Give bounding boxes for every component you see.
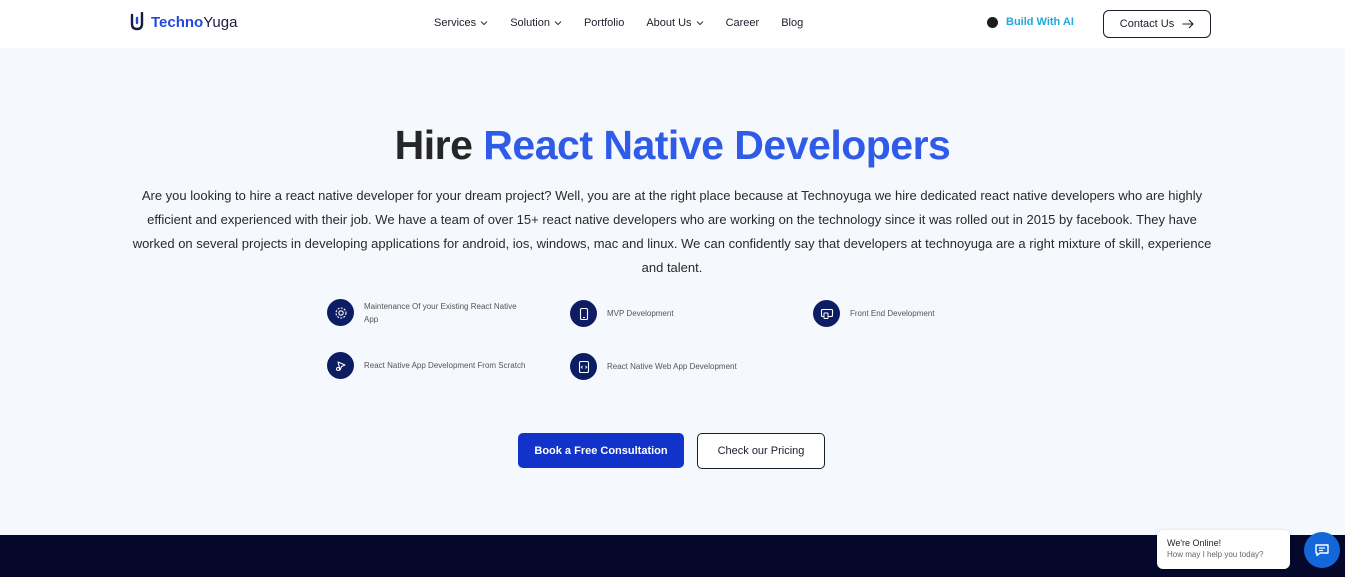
next-section-band	[0, 535, 1345, 577]
brand-logo[interactable]: Techno Yuga	[130, 12, 237, 32]
nav-item-career[interactable]: Career	[726, 17, 760, 29]
chevron-down-icon	[696, 21, 703, 26]
brand-name-regular: Yuga	[203, 13, 238, 31]
cursor-icon	[327, 352, 354, 379]
title-dark-part: Hire	[394, 122, 473, 168]
build-with-ai-link[interactable]: Build With AI	[987, 16, 1074, 28]
nav-label: Career	[725, 17, 760, 29]
check-pricing-button[interactable]: Check our Pricing	[697, 433, 825, 469]
chat-subtitle: How may I help you today?	[1167, 550, 1264, 559]
feature-label: Maintenance Of your Existing React Nativ…	[364, 301, 517, 324]
main-nav: Services Solution Portfolio About Us Car…	[434, 17, 825, 29]
logo-mark-icon	[130, 12, 144, 31]
nav-item-solution[interactable]: Solution	[510, 17, 562, 29]
contact-us-button[interactable]: Contact Us	[1103, 10, 1211, 38]
nav-label: Blog	[781, 17, 804, 29]
mobile-icon	[570, 300, 597, 327]
nav-label: About Us	[646, 17, 692, 29]
chat-open-button[interactable]	[1304, 532, 1340, 568]
gear-icon	[327, 299, 354, 326]
brand-name-bold: Techno	[151, 13, 204, 31]
code-icon	[570, 353, 597, 380]
feature-web-app: React Native Web App Development	[570, 353, 790, 380]
feature-label: React Native Web App Development	[607, 362, 737, 371]
hero-description: Are you looking to hire a react native d…	[132, 188, 1212, 275]
build-with-ai-label: Build With AI	[1006, 16, 1074, 28]
nav-item-blog[interactable]: Blog	[781, 17, 803, 29]
chat-icon	[1315, 544, 1329, 557]
feature-front-end: Front End Development	[813, 300, 1013, 327]
chevron-down-icon	[554, 21, 562, 26]
contact-us-label: Contact Us	[1119, 18, 1175, 30]
feature-mvp: MVP Development	[570, 300, 770, 327]
nav-label: Portfolio	[583, 17, 625, 29]
nav-item-portfolio[interactable]: Portfolio	[584, 17, 624, 29]
book-consultation-button[interactable]: Book a Free Consultation	[518, 433, 684, 468]
feature-label: React Native App Development From Scratc…	[364, 361, 526, 370]
feature-maintenance: Maintenance Of your Existing React Nativ…	[327, 299, 527, 326]
nav-item-services[interactable]: Services	[434, 17, 488, 29]
nav-label: Services	[434, 17, 477, 29]
monitor-icon	[813, 300, 840, 327]
ai-dot-icon	[987, 16, 998, 28]
feature-label: Front End Development	[850, 309, 935, 318]
feature-from-scratch: React Native App Development From Scratc…	[327, 352, 527, 379]
chat-title: We're Online!	[1167, 538, 1222, 548]
title-blue-part: React Native Developers	[483, 122, 951, 168]
feature-label: MVP Development	[607, 309, 674, 318]
chevron-down-icon	[480, 21, 488, 26]
nav-label: Solution	[510, 17, 550, 29]
arrow-right-icon	[1182, 19, 1194, 29]
site-header: Techno Yuga Services Solution Portfolio A…	[0, 0, 1345, 48]
nav-item-about-us[interactable]: About Us	[646, 17, 703, 29]
chat-bubble[interactable]: We're Online! How may I help you today?	[1157, 530, 1290, 569]
page-title: Hire React Native Developers	[0, 122, 1345, 169]
